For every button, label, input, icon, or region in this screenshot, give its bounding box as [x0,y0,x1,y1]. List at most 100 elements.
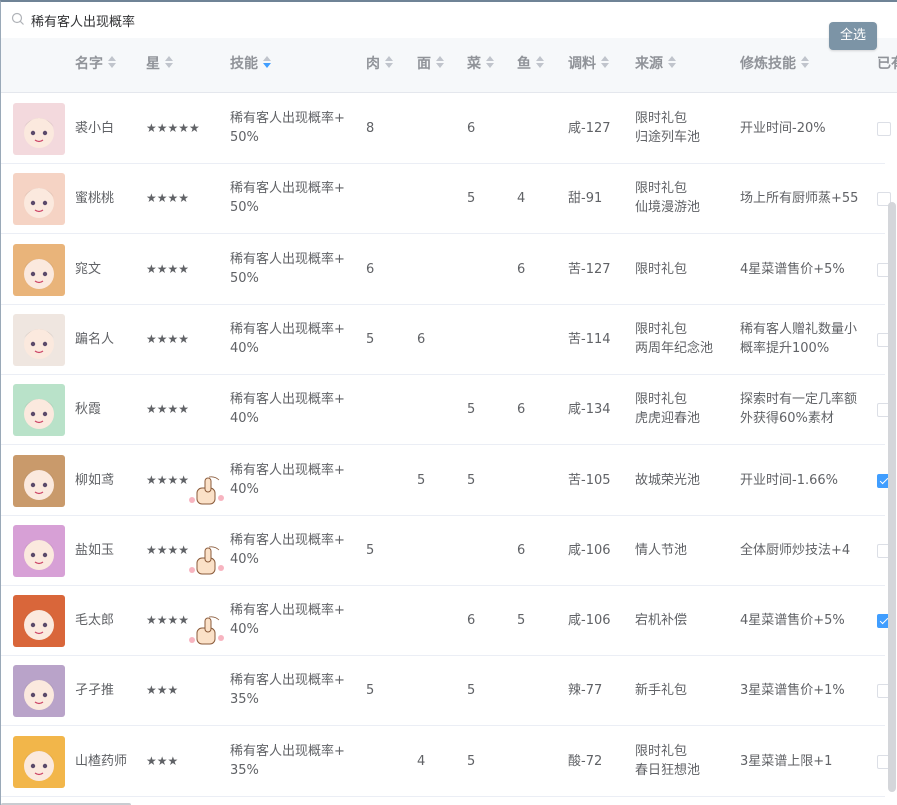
skill-text-line1: 稀有客人出现概率+ [230,322,345,337]
vertical-scrollbar[interactable] [888,202,896,792]
thumbs-up-sticker-icon [189,546,224,575]
search-bar[interactable]: 稀有客人出现概率 [1,2,897,38]
ult-skill-line1: 场上所有厨师蒸+55 [740,191,859,206]
seasoning-value: 酸-72 [568,754,603,769]
sort-icon[interactable] [800,56,810,68]
sort-icon[interactable] [535,56,545,68]
chef-name: 柳如鸢 [75,473,115,488]
column-flour-label: 面 [417,56,431,72]
veg-value: 5 [467,754,476,769]
chef-avatar [13,665,65,717]
source-line2: 春日狂想池 [635,763,701,778]
skill-text-line1: 稀有客人出现概率+ [230,744,345,759]
table-row[interactable]: 蜜桃桃 ★★★★ 稀有客人出现概率+ 50% 5 4 甜-91 限时礼包 仙境漫游池 场上所有厨师… [1,164,891,234]
owned-checkbox[interactable] [877,122,891,136]
table-row[interactable]: 毛太郎 ★★★★ 稀有客人出现概率+ 40% 6 5 咸-106 宕机补偿 4星菜谱售价+5% [1,586,891,656]
skill-text-line1: 稀有客人出现概率+ [230,673,345,688]
column-header-meat[interactable]: 肉 [366,38,394,93]
skill-text-line2: 40% [230,552,259,567]
source-line2: 仙境漫游池 [635,200,701,215]
veg-value: 6 [467,121,476,136]
seasoning-value: 辣-77 [568,683,603,698]
chef-portrait-icon [24,680,54,710]
column-fish-label: 鱼 [517,56,531,72]
sort-icon[interactable] [384,56,394,68]
ult-skill-line2: 概率提升100% [740,341,830,356]
column-header-flour[interactable]: 面 [417,38,445,93]
column-owned-label: 已有 [877,56,897,72]
table-row[interactable]: 窕文 ★★★★ 稀有客人出现概率+ 50% 6 6 苦-127 限时礼包 4星菜谱售价+5% [1,235,891,305]
chef-name: 盐如玉 [75,543,115,558]
column-header-seasoning[interactable]: 调料 [568,38,610,93]
search-icon [11,12,24,25]
sort-icon[interactable] [107,56,117,68]
select-all-button[interactable]: 全选 [829,22,877,50]
chef-name: 窕文 [75,262,102,277]
column-skill-label: 技能 [230,56,258,72]
source-line1: 新手礼包 [635,683,688,698]
search-input[interactable]: 稀有客人出现概率 [31,11,135,30]
sort-icon-active[interactable] [262,56,272,68]
meat-value: 5 [366,683,375,698]
skill-text-line1: 稀有客人出现概率+ [230,533,345,548]
source-line1: 限时礼包 [635,322,688,337]
chef-portrait-icon [24,540,54,570]
skill-text-line2: 40% [230,341,259,356]
column-header-skill[interactable]: 技能 [230,38,272,93]
table-row[interactable]: 秋霞 ★★★★ 稀有客人出现概率+ 40% 5 6 咸-134 限时礼包 虎虎迎春池 探索时有一定… [1,375,891,445]
ult-skill-line1: 全体厨师炒技法+4 [740,543,851,558]
meat-value: 8 [366,121,375,136]
column-header-name[interactable]: 名字 [75,38,117,93]
source-line1: 限时礼包 [635,262,688,277]
column-header-ult[interactable]: 修炼技能 [740,38,810,93]
column-seasoning-label: 调料 [568,56,596,72]
flour-value: 6 [417,332,426,347]
chef-avatar [13,173,65,225]
source-line2: 虎虎迎春池 [635,411,701,426]
column-header-star[interactable]: 星 [146,38,174,93]
table-row[interactable]: 盐如玉 ★★★★ 稀有客人出现概率+ 40% 5 6 咸-106 情人节池 全体厨师炒技法+4 [1,516,891,586]
sort-icon[interactable] [667,56,677,68]
source-line1: 限时礼包 [635,392,688,407]
chef-name: 秋霞 [75,402,102,417]
meat-value: 5 [366,543,375,558]
source-line1: 限时礼包 [635,181,688,196]
skill-text-line2: 40% [230,411,259,426]
chef-portrait-icon [24,188,54,218]
chef-avatar [13,244,65,296]
column-ult-label: 修炼技能 [740,56,796,72]
table-row[interactable]: 裘小白 ★★★★★ 稀有客人出现概率+ 50% 8 6 咸-127 限时礼包 归途列车池 开业时间… [1,94,891,164]
column-header-source[interactable]: 来源 [635,38,677,93]
veg-value: 6 [467,613,476,628]
skill-text-line1: 稀有客人出现概率+ [230,111,345,126]
fish-value: 5 [517,613,526,628]
seasoning-value: 咸-134 [568,402,611,417]
skill-text-line2: 50% [230,271,259,286]
column-header-fish[interactable]: 鱼 [517,38,545,93]
chef-name: 裘小白 [75,121,115,136]
fish-value: 6 [517,262,526,277]
skill-text-line1: 稀有客人出现概率+ [230,181,345,196]
star-rating: ★★★★ [146,262,190,276]
sort-icon[interactable] [600,56,610,68]
skill-text-line2: 40% [230,622,259,637]
table-row[interactable]: 蹁名人 ★★★★ 稀有客人出现概率+ 40% 5 6 苦-114 限时礼包 两周年纪念池 稀有客人… [1,305,891,375]
ult-skill-line1: 3星菜谱售价+1% [740,683,845,698]
table-row[interactable]: 柳如鸢 ★★★★ 稀有客人出现概率+ 40% 5 5 苦-105 故城荣光池 开业时间-1.66… [1,446,891,516]
table-row[interactable]: 山楂药师 ★★★ 稀有客人出现概率+ 35% 4 5 酸-72 限时礼包 春日狂想池 3星菜谱上限… [1,727,891,797]
sort-icon[interactable] [164,56,174,68]
sort-icon[interactable] [485,56,495,68]
table-row[interactable]: 孑孑推 ★★★ 稀有客人出现概率+ 35% 5 5 辣-77 新手礼包 3星菜谱售价+1% [1,656,891,726]
skill-text-line2: 40% [230,482,259,497]
chef-portrait-icon [24,610,54,640]
column-header-owned[interactable]: 已有 [877,38,897,93]
thumbs-up-sticker-icon [189,616,224,645]
chef-portrait-icon [24,259,54,289]
flour-value: 5 [417,473,426,488]
source-line1: 限时礼包 [635,111,688,126]
sort-icon[interactable] [435,56,445,68]
ult-skill-line1: 开业时间-1.66% [740,473,838,488]
meat-value: 6 [366,262,375,277]
column-source-label: 来源 [635,56,663,72]
column-header-veg[interactable]: 菜 [467,38,495,93]
